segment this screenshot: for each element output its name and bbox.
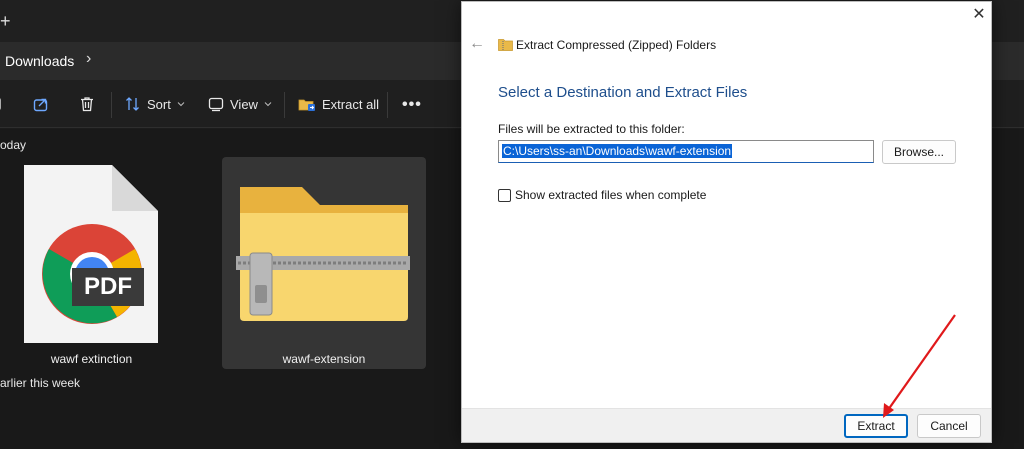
view-button[interactable]: View xyxy=(208,96,272,112)
file-item-pdf[interactable]: PDF xyxy=(14,157,169,369)
destination-path-input[interactable]: C:\Users\ss-an\Downloads\wawf-extension xyxy=(498,140,874,163)
delete-button[interactable] xyxy=(79,96,95,112)
sort-icon xyxy=(126,97,139,111)
browse-button[interactable]: Browse... xyxy=(882,140,956,164)
extract-dialog: ✕ ← Extract Compressed (Zipped) Folders … xyxy=(461,1,992,443)
extract-button[interactable]: Extract xyxy=(844,414,908,438)
extract-all-button[interactable]: Extract all xyxy=(298,96,379,112)
chevron-down-icon xyxy=(177,102,185,107)
dialog-title: Extract Compressed (Zipped) Folders xyxy=(516,38,717,52)
zipped-folder-icon xyxy=(236,187,410,321)
more-options-button[interactable]: ••• xyxy=(402,96,422,114)
file-name-zip[interactable]: wawf-extension xyxy=(222,352,426,366)
pdf-badge: PDF xyxy=(84,273,132,300)
toolbar-divider xyxy=(387,92,388,118)
group-header-today[interactable]: oday xyxy=(0,138,26,152)
show-extracted-files-label: Show extracted files when complete xyxy=(515,188,707,202)
view-label: View xyxy=(230,96,258,112)
dialog-heading: Select a Destination and Extract Files xyxy=(498,84,748,101)
cancel-button[interactable]: Cancel xyxy=(917,414,981,438)
sort-label: Sort xyxy=(147,96,171,112)
rename-icon xyxy=(0,98,1,110)
group-header-earlier[interactable]: arlier this week xyxy=(0,376,80,390)
file-name-pdf[interactable]: wawf extinction xyxy=(14,352,169,366)
view-icon xyxy=(208,97,224,112)
checkbox-box[interactable] xyxy=(498,188,511,202)
extract-all-icon xyxy=(298,99,315,111)
destination-label: Files will be extracted to this folder: xyxy=(498,122,685,136)
close-button[interactable]: ✕ xyxy=(970,6,988,24)
zip-folder-icon xyxy=(498,39,513,51)
trash-icon xyxy=(81,97,93,112)
file-item-zip[interactable] xyxy=(222,157,426,369)
new-tab-button[interactable]: + xyxy=(0,12,11,30)
share-icon xyxy=(33,98,48,112)
destination-path-value: C:\Users\ss-an\Downloads\wawf-extension xyxy=(502,144,733,158)
toolbar-divider xyxy=(111,92,112,118)
extract-all-label: Extract all xyxy=(322,96,380,112)
chevron-down-icon xyxy=(264,102,272,107)
dialog-footer xyxy=(462,408,991,442)
pdf-file-icon xyxy=(24,165,158,343)
back-arrow-icon[interactable]: ← xyxy=(469,35,485,53)
rename-button[interactable] xyxy=(0,96,4,112)
toolbar-divider xyxy=(284,92,285,118)
share-button[interactable] xyxy=(33,96,49,112)
breadcrumb-downloads[interactable]: Downloads xyxy=(5,53,74,69)
show-extracted-files-checkbox[interactable]: Show extracted files when complete xyxy=(498,188,706,202)
breadcrumb-chevron-icon[interactable]: › xyxy=(86,50,91,68)
sort-button[interactable]: Sort xyxy=(125,96,185,112)
